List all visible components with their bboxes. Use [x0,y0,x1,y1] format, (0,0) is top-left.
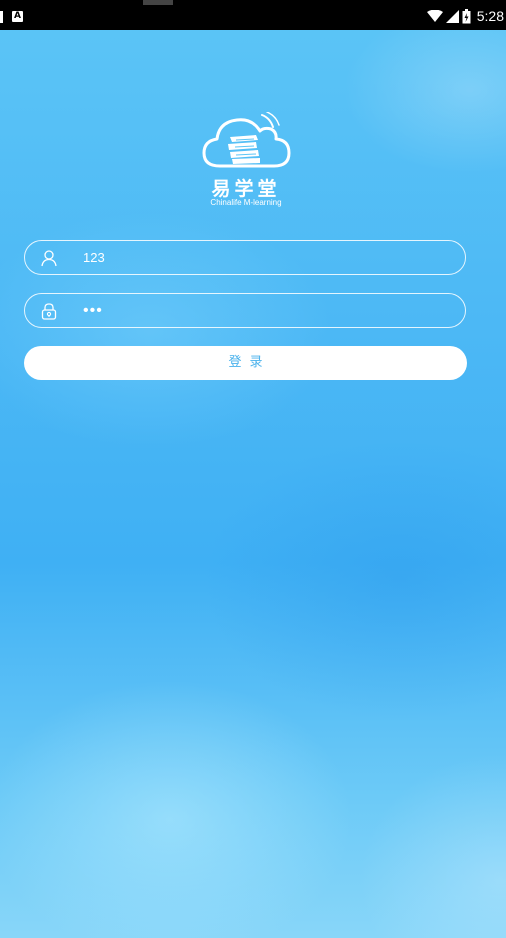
status-notch [143,0,173,5]
password-input[interactable] [83,294,453,327]
wifi-icon [426,9,443,22]
status-left-indicator [0,11,3,23]
login-button[interactable]: 登录 [24,346,467,380]
lock-icon [41,303,57,320]
a-notification-icon: A [12,11,23,22]
logo-title: 易学堂 [211,178,281,200]
status-bar: A 5:28 [0,0,506,30]
app-logo: 易学堂 Chinalife M-learning [188,112,304,212]
logo-subtitle: Chinalife M-learning [210,198,282,207]
cloud-book-icon [202,112,291,168]
status-time: 5:28 [476,8,504,24]
status-right-group: 5:28 [426,6,504,26]
username-input[interactable] [83,241,453,274]
signal-icon [445,9,459,23]
password-field[interactable] [24,293,466,328]
battery-icon [462,8,471,23]
username-field[interactable] [24,240,466,275]
user-icon [41,250,57,267]
